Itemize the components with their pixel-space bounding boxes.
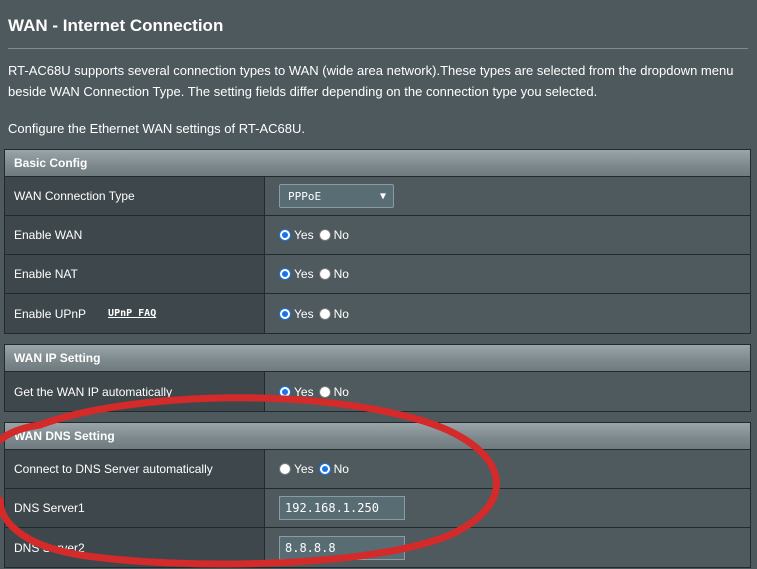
- title-divider: [8, 48, 748, 49]
- basic-config-section: Basic Config WAN Connection Type PPPoE ▼…: [4, 149, 751, 334]
- auto-ip-no-radio[interactable]: [318, 385, 331, 398]
- auto-dns-label: Connect to DNS Server automatically: [5, 450, 265, 488]
- enable-nat-yes-radio[interactable]: [279, 268, 291, 280]
- enable-upnp-label: Enable UPnP: [14, 306, 87, 321]
- upnp-faq-link[interactable]: UPnP FAQ: [108, 308, 156, 319]
- wan-connection-type-label: WAN Connection Type: [5, 177, 265, 215]
- auto-dns-yes-radio[interactable]: [279, 463, 291, 475]
- enable-wan-yes-radio[interactable]: [279, 229, 291, 241]
- enable-upnp-label-cell: Enable UPnP UPnP FAQ: [5, 294, 265, 333]
- auto-ip-row: Get the WAN IP automatically Yes No: [5, 372, 750, 411]
- wan-ip-section: WAN IP Setting Get the WAN IP automatica…: [4, 344, 751, 412]
- dns2-label: DNS Server2: [5, 528, 265, 567]
- auto-ip-yes-radio[interactable]: [279, 385, 291, 398]
- basic-config-header: Basic Config: [5, 150, 750, 177]
- enable-wan-row: Enable WAN Yes No: [5, 216, 750, 255]
- enable-wan-no-radio[interactable]: [318, 229, 331, 241]
- auto-ip-label: Get the WAN IP automatically: [5, 372, 265, 411]
- dns1-label: DNS Server1: [5, 489, 265, 527]
- enable-wan-yes-label: Yes: [294, 228, 314, 242]
- page-subdescription: Configure the Ethernet WAN settings of R…: [8, 121, 305, 136]
- enable-nat-no-label: No: [333, 267, 349, 281]
- auto-ip-yes-label: Yes: [294, 384, 314, 399]
- auto-dns-row: Connect to DNS Server automatically Yes …: [5, 450, 750, 489]
- enable-upnp-no-radio[interactable]: [318, 307, 331, 320]
- enable-wan-no-label: No: [333, 228, 349, 242]
- wan-dns-header: WAN DNS Setting: [5, 423, 750, 450]
- enable-nat-row: Enable NAT Yes No: [5, 255, 750, 294]
- enable-nat-label: Enable NAT: [5, 255, 265, 293]
- enable-upnp-yes-radio[interactable]: [279, 307, 291, 320]
- chevron-down-icon: ▼: [379, 190, 386, 202]
- dns2-row: DNS Server2 8.8.8.8: [5, 528, 750, 567]
- dns1-input[interactable]: 192.168.1.250: [279, 496, 405, 520]
- enable-upnp-row: Enable UPnP UPnP FAQ Yes No: [5, 294, 750, 333]
- page-title: WAN - Internet Connection: [8, 16, 224, 35]
- wan-connection-type-select[interactable]: PPPoE ▼: [279, 184, 394, 208]
- auto-dns-no-label: No: [333, 462, 349, 476]
- enable-nat-yes-label: Yes: [294, 267, 314, 281]
- auto-ip-no-label: No: [333, 384, 349, 399]
- dns2-input[interactable]: 8.8.8.8: [279, 535, 405, 560]
- enable-upnp-no-label: No: [333, 306, 349, 321]
- wan-connection-type-value: PPPoE: [288, 189, 322, 203]
- auto-dns-yes-label: Yes: [294, 462, 314, 476]
- enable-upnp-yes-label: Yes: [294, 306, 314, 321]
- enable-nat-no-radio[interactable]: [318, 268, 331, 280]
- enable-wan-label: Enable WAN: [5, 216, 265, 254]
- wan-dns-section: WAN DNS Setting Connect to DNS Server au…: [4, 422, 751, 568]
- dns1-row: DNS Server1 192.168.1.250: [5, 489, 750, 528]
- auto-dns-no-radio[interactable]: [318, 463, 331, 475]
- wan-ip-header: WAN IP Setting: [5, 345, 750, 372]
- wan-connection-type-row: WAN Connection Type PPPoE ▼: [5, 177, 750, 216]
- page-description: RT-AC68U supports several connection typ…: [8, 63, 734, 99]
